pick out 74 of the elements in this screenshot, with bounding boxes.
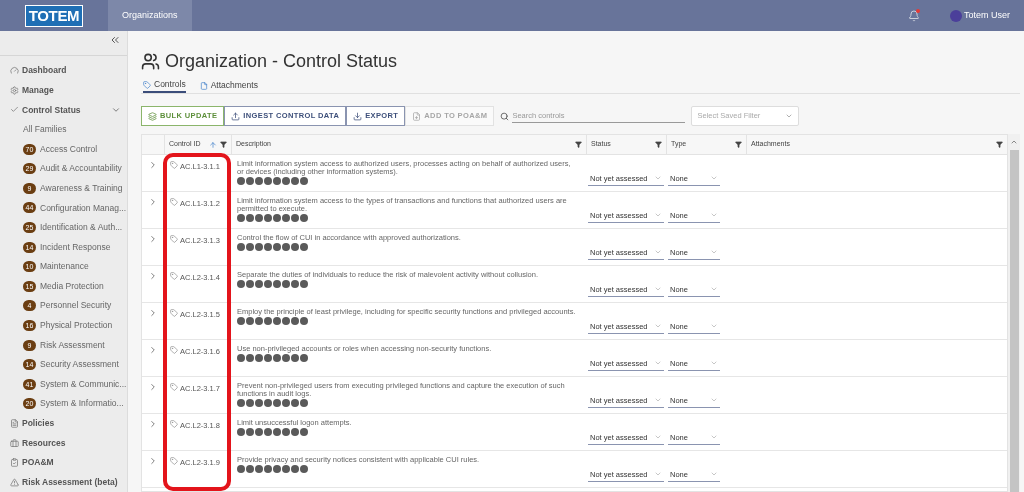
briefcase-icon [10, 438, 19, 448]
sidebar-item[interactable]: Control Status [0, 100, 127, 120]
scrollbar[interactable] [1008, 134, 1020, 492]
sidebar-item[interactable]: Policies [0, 413, 127, 434]
file-plus-icon [412, 111, 422, 121]
family-label: Security Assessment [40, 358, 119, 371]
family-label: Physical Protection [40, 319, 113, 332]
document-icon [10, 418, 19, 428]
family-label: Audit & Accountability [40, 162, 122, 176]
tag-icon [170, 235, 178, 243]
sidebar-item[interactable]: Risk Assessment (beta) [0, 472, 127, 492]
family-label: Incident Response [40, 240, 111, 254]
tag-icon [170, 272, 178, 280]
family-label: System & Communic... [40, 377, 127, 391]
sidebar-item[interactable]: POA&M [0, 452, 127, 473]
tag-icon [170, 457, 178, 465]
filter-icon [735, 141, 742, 148]
filter-icon [655, 141, 662, 148]
expand-icon[interactable] [148, 308, 158, 318]
notification-icon[interactable] [908, 9, 920, 22]
family-label: Personnel Security [40, 299, 112, 313]
family-label: Access Control [40, 142, 98, 156]
family-label: All Families [23, 123, 67, 136]
expand-icon[interactable] [148, 419, 158, 429]
family-label: Awareness & Training [40, 181, 123, 195]
sidebar-item[interactable]: Manage [0, 80, 127, 101]
tag-icon [170, 161, 178, 169]
warning-icon [10, 477, 19, 487]
logo: TOTEM [24, 4, 84, 27]
filter-icon [575, 141, 582, 148]
tab[interactable]: Controls [143, 78, 186, 93]
layers-icon [148, 111, 157, 121]
gear-icon [10, 85, 19, 95]
tab[interactable]: Attachments [199, 78, 258, 93]
check-icon [10, 105, 19, 115]
expand-icon[interactable] [148, 197, 158, 207]
avatar-icon [950, 9, 962, 22]
tag-icon [143, 80, 151, 89]
upload-icon [231, 111, 241, 121]
filter-icon [220, 141, 227, 148]
user-name[interactable]: Totem User [964, 8, 1010, 23]
expand-icon[interactable] [148, 234, 158, 244]
expand-icon[interactable] [148, 271, 158, 281]
gauge-icon [10, 66, 19, 76]
family-label: Media Protection [40, 279, 104, 293]
collapse-icon[interactable] [109, 34, 121, 46]
sidebar-item[interactable]: Dashboard [0, 60, 127, 81]
family-label: Identification & Auth... [40, 221, 123, 234]
family-label: Risk Assessment [40, 338, 105, 352]
page-title: Organization - Control Status [165, 49, 398, 73]
tag-icon [170, 346, 178, 354]
nav-tab[interactable]: Organizations [108, 0, 192, 31]
tag-icon [170, 420, 178, 428]
search-icon [500, 111, 510, 121]
expand-icon[interactable] [148, 345, 158, 355]
download-icon [353, 111, 363, 121]
clipboard-icon [10, 458, 19, 468]
sidebar-item[interactable]: Resources [0, 433, 127, 453]
caret-icon [785, 112, 794, 120]
family-item[interactable]: All Families [0, 119, 127, 140]
expand-icon[interactable] [148, 456, 158, 466]
tag-icon [170, 309, 178, 317]
filter-icon [996, 141, 1003, 148]
scroll-up-icon [1010, 138, 1018, 146]
document-icon [199, 81, 208, 90]
tag-icon [170, 198, 178, 206]
users-icon [141, 51, 160, 71]
family-label: System & Informatio... [40, 397, 124, 411]
family-label: Maintenance [40, 260, 89, 274]
family-label: Configuration Manag... [40, 201, 126, 215]
tag-icon [170, 383, 178, 391]
expand-icon[interactable] [148, 160, 158, 170]
expand-icon[interactable] [148, 382, 158, 392]
sort-up-icon[interactable] [209, 140, 217, 149]
